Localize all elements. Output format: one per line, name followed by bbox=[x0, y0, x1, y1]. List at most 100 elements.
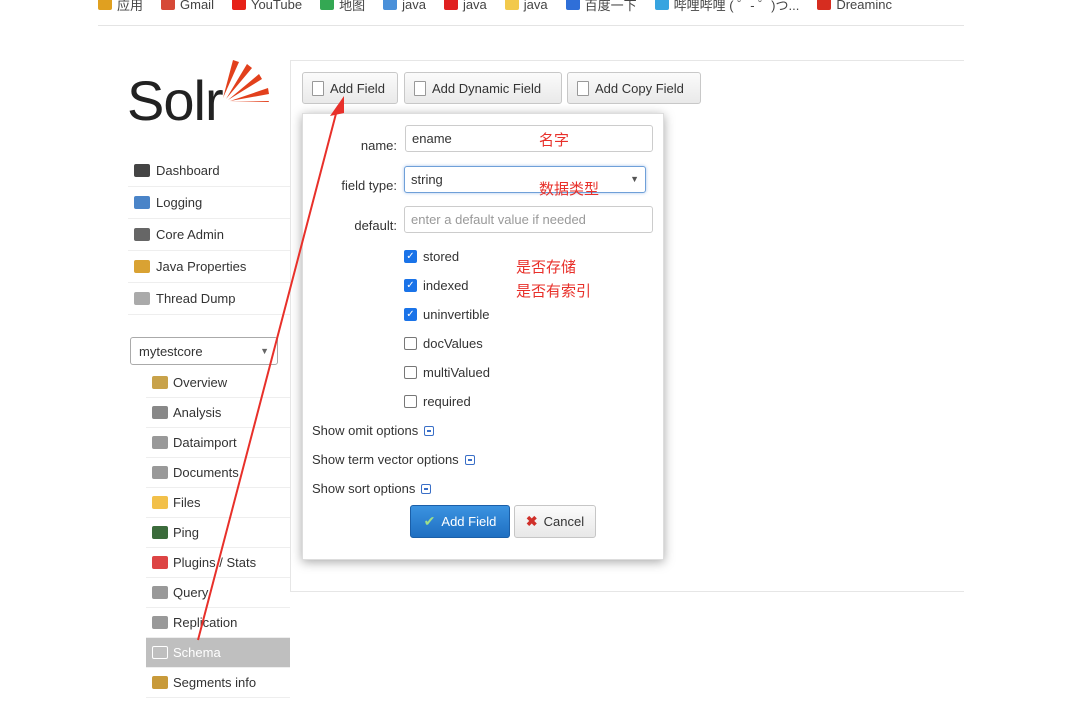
bookmark-label: 地图 bbox=[339, 0, 366, 13]
expand-icon bbox=[421, 483, 432, 494]
thread-dump-icon bbox=[134, 292, 150, 305]
add-copy-field-button[interactable]: Add Copy Field bbox=[567, 72, 701, 104]
nav-item-java-properties[interactable]: Java Properties bbox=[128, 251, 290, 283]
checkbox-indexed[interactable]: ✓ indexed bbox=[404, 278, 469, 293]
bookmark-item[interactable]: java bbox=[504, 0, 548, 14]
checkbox-uninvertible[interactable]: ✓ uninvertible bbox=[404, 307, 490, 322]
core-nav-item-label: Overview bbox=[173, 375, 228, 390]
show-omit-options-toggle[interactable]: Show omit options bbox=[312, 423, 435, 438]
cancel-label: Cancel bbox=[543, 514, 585, 529]
show-term-vector-options-toggle[interactable]: Show term vector options bbox=[312, 452, 475, 467]
bookmark-icon bbox=[383, 0, 398, 10]
core-nav-item-dataimport[interactable]: Dataimport bbox=[146, 428, 290, 458]
cancel-button[interactable]: ✖ Cancel bbox=[514, 505, 596, 538]
copy-document-icon bbox=[577, 80, 589, 96]
dashboard-icon bbox=[134, 164, 150, 177]
core-nav-item-plugins-stats[interactable]: Plugins / Stats bbox=[146, 548, 290, 578]
nav-item-dashboard[interactable]: Dashboard bbox=[128, 155, 290, 187]
default-label: default: bbox=[354, 218, 397, 233]
bookmarks-bar: 应用 Gmail YouTube 地图 java java java 百度一下 哔哩哔哩 ( ゜… bbox=[98, 0, 964, 26]
show-sort-options-toggle[interactable]: Show sort options bbox=[312, 481, 432, 496]
nav-item-label: Logging bbox=[156, 195, 203, 210]
bookmark-label: java bbox=[462, 0, 487, 12]
checkbox-docvalues[interactable]: docValues bbox=[404, 336, 483, 351]
bookmark-item[interactable]: java bbox=[443, 0, 487, 14]
bookmark-icon bbox=[504, 0, 519, 10]
checkbox-box[interactable]: ✓ bbox=[404, 308, 417, 321]
core-nav-item-analysis[interactable]: Analysis bbox=[146, 398, 290, 428]
show-term-vector-options-label: Show term vector options bbox=[312, 452, 459, 467]
bookmark-item[interactable]: 哔哩哔哩 ( ゜- ゜)つ... bbox=[654, 0, 799, 14]
submit-add-field-button[interactable]: ✔ Add Field bbox=[410, 505, 510, 538]
show-sort-options-label: Show sort options bbox=[312, 481, 416, 496]
bookmark-item[interactable]: 应用 bbox=[98, 0, 143, 14]
core-nav-item-documents[interactable]: Documents bbox=[146, 458, 290, 488]
bookmark-icon bbox=[320, 0, 335, 10]
checkbox-box[interactable]: ✓ bbox=[404, 279, 417, 292]
replication-icon bbox=[152, 616, 168, 629]
bookmark-label: 应用 bbox=[117, 0, 144, 13]
core-nav-item-ping[interactable]: Ping bbox=[146, 518, 290, 548]
solr-logo[interactable]: Solr bbox=[127, 58, 277, 138]
core-nav-item-query[interactable]: Query bbox=[146, 578, 290, 608]
core-nav-item-label: Schema bbox=[173, 645, 221, 660]
checkbox-multivalued[interactable]: multiValued bbox=[404, 365, 490, 380]
core-nav-item-label: Analysis bbox=[173, 405, 222, 420]
bookmark-icon bbox=[565, 0, 580, 10]
close-icon: ✖ bbox=[525, 513, 538, 529]
expand-icon bbox=[464, 454, 475, 465]
checkbox-box[interactable] bbox=[404, 366, 417, 379]
core-selector[interactable]: mytestcore ▼ bbox=[130, 337, 278, 365]
core-nav-item-schema[interactable]: Schema bbox=[146, 638, 290, 668]
checkbox-required[interactable]: required bbox=[404, 394, 471, 409]
add-dynamic-field-label: Add Dynamic Field bbox=[432, 80, 542, 96]
sun-icon bbox=[223, 60, 269, 102]
nav-item-label: Core Admin bbox=[156, 227, 224, 242]
checkbox-box[interactable] bbox=[404, 337, 417, 350]
ping-icon bbox=[152, 526, 168, 539]
nav-item-label: Thread Dump bbox=[156, 291, 236, 306]
dynamic-document-icon bbox=[414, 80, 426, 96]
add-field-button[interactable]: Add Field bbox=[302, 72, 398, 104]
core-nav-item-label: Plugins / Stats bbox=[173, 555, 257, 570]
checkbox-label: multiValued bbox=[423, 365, 490, 380]
bookmark-label: java bbox=[523, 0, 548, 12]
bookmark-icon bbox=[654, 0, 669, 10]
checkbox-stored[interactable]: ✓ stored bbox=[404, 249, 459, 264]
logging-icon bbox=[134, 196, 150, 209]
bookmark-item[interactable]: java bbox=[383, 0, 426, 14]
nav-item-thread-dump[interactable]: Thread Dump bbox=[128, 283, 290, 315]
indexed-annotation: 是否有索引 bbox=[516, 283, 592, 300]
core-nav-item-replication[interactable]: Replication bbox=[146, 608, 290, 638]
bookmark-icon bbox=[231, 0, 246, 10]
bookmark-icon bbox=[98, 0, 112, 10]
checkbox-box[interactable] bbox=[404, 395, 417, 408]
core-nav-item-overview[interactable]: Overview bbox=[146, 368, 290, 398]
bookmark-item[interactable]: 地图 bbox=[320, 0, 365, 14]
core-nav-item-segments-info[interactable]: Segments info bbox=[146, 668, 290, 698]
nav-item-logging[interactable]: Logging bbox=[128, 187, 290, 219]
bookmark-label: YouTube bbox=[250, 0, 303, 12]
checkbox-label: indexed bbox=[423, 278, 469, 293]
chevron-down-icon: ▼ bbox=[630, 174, 639, 184]
name-annotation: 名字 bbox=[539, 132, 570, 149]
checkbox-box[interactable]: ✓ bbox=[404, 250, 417, 263]
default-input[interactable]: enter a default value if needed bbox=[404, 206, 653, 233]
expand-icon bbox=[424, 425, 435, 436]
documents-icon bbox=[152, 466, 168, 479]
nav-item-core-admin[interactable]: Core Admin bbox=[128, 219, 290, 251]
bookmark-item[interactable]: Dreaminc bbox=[817, 0, 892, 14]
nav-item-label: Java Properties bbox=[156, 259, 247, 274]
name-input[interactable]: ename bbox=[405, 125, 653, 152]
core-nav-item-label: Replication bbox=[173, 615, 238, 630]
add-field-label: Add Field bbox=[330, 80, 385, 96]
core-nav-item-files[interactable]: Files bbox=[146, 488, 290, 518]
bookmark-label: 百度一下 bbox=[584, 0, 637, 13]
submit-add-field-label: Add Field bbox=[441, 514, 497, 529]
field-type-select[interactable]: string ▼ bbox=[404, 166, 646, 193]
bookmark-item[interactable]: 百度一下 bbox=[565, 0, 637, 14]
add-dynamic-field-button[interactable]: Add Dynamic Field bbox=[404, 72, 562, 104]
bookmark-item[interactable]: YouTube bbox=[231, 0, 303, 14]
bookmark-item[interactable]: Gmail bbox=[161, 0, 214, 14]
add-field-dialog: name: ename field type: string ▼ default… bbox=[302, 113, 664, 560]
